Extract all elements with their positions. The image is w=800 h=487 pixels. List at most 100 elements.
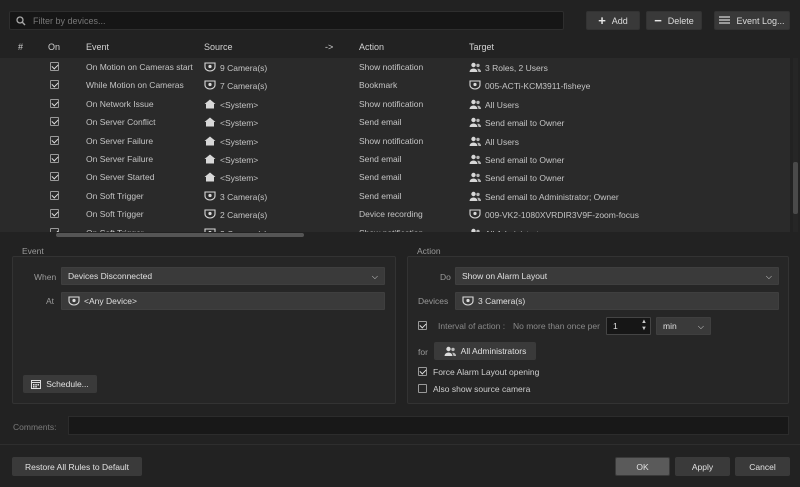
enabled-checkbox[interactable] <box>50 172 59 182</box>
target-cell: All Users <box>469 136 519 147</box>
home-icon <box>204 99 220 110</box>
interval-label: Interval of action : <box>438 321 506 331</box>
enabled-checkbox[interactable] <box>50 209 59 219</box>
stepper-arrows-icon[interactable]: ▲ ▼ <box>641 319 647 333</box>
target-cell: Send email to Administrator; Owner <box>469 191 619 202</box>
target-cell: 3 Roles, 2 Users <box>469 62 548 73</box>
action-cell: Send email <box>359 172 402 183</box>
users-icon <box>469 228 485 232</box>
col-header-source[interactable]: Source <box>204 42 233 52</box>
target-cell: 005-ACTi-KCM3911-fisheye <box>469 80 590 91</box>
col-header-target[interactable]: Target <box>469 42 494 52</box>
devices-selector[interactable]: 3 Camera(s) <box>455 292 779 310</box>
source-cell: 2 Camera(s) <box>204 228 267 232</box>
home-icon <box>204 117 220 128</box>
table-row[interactable]: On Network Issue <System> Show notificatio… <box>0 95 790 113</box>
action-cell: Show notification <box>359 98 424 109</box>
source-cell: <System> <box>204 172 258 183</box>
source-cell: <System> <box>204 117 258 128</box>
interval-stepper[interactable]: 1 ▲ ▼ <box>606 317 651 335</box>
filter-search-box[interactable] <box>9 11 564 30</box>
source-cell: <System> <box>204 136 258 147</box>
col-header-number[interactable]: # <box>18 42 23 52</box>
when-dropdown[interactable]: Devices Disconnected ⌵ <box>61 267 385 285</box>
event-cell: On Server Failure <box>86 135 154 146</box>
interval-checkbox[interactable] <box>418 321 427 330</box>
at-device-selector[interactable]: <Any Device> <box>61 292 385 310</box>
action-panel-title: Action <box>417 246 441 256</box>
ok-button[interactable]: OK <box>615 457 670 476</box>
enabled-checkbox[interactable] <box>50 135 59 145</box>
table-row[interactable]: On Server Conflict <System> Send email Send… <box>0 113 790 131</box>
comments-label: Comments: <box>13 422 57 432</box>
event-cell: On Soft Trigger <box>86 190 144 201</box>
enabled-checkbox[interactable] <box>50 80 59 90</box>
minus-icon: − <box>654 13 662 28</box>
table-row[interactable]: On Server Failure <System> Send email Send … <box>0 150 790 168</box>
chevron-down-icon: ⌵ <box>765 272 772 281</box>
source-camera-label: Also show source camera <box>433 384 531 394</box>
col-header-action[interactable]: Action <box>359 42 384 52</box>
users-icon <box>469 136 485 147</box>
action-cell: Show notification <box>359 62 424 72</box>
table-row[interactable]: On Server Started <System> Send email Send … <box>0 168 790 186</box>
enabled-checkbox[interactable] <box>50 117 59 127</box>
apply-button[interactable]: Apply <box>675 457 730 476</box>
source-cell: 9 Camera(s) <box>204 62 267 73</box>
table-row[interactable]: On Soft Trigger 2 Camera(s) Device recordi… <box>0 205 790 223</box>
force-layout-label: Force Alarm Layout opening <box>433 367 540 377</box>
camera-icon <box>204 80 220 91</box>
do-action-dropdown[interactable]: Show on Alarm Layout ⌵ <box>455 267 779 285</box>
action-cell: Show notification <box>359 228 423 232</box>
action-cell: Send email <box>359 154 402 164</box>
delete-button[interactable]: − Delete <box>646 11 702 30</box>
col-header-event[interactable]: Event <box>86 42 109 52</box>
list-icon <box>719 16 731 24</box>
camera-icon <box>204 191 220 202</box>
horizontal-scrollbar[interactable] <box>56 233 304 237</box>
users-icon <box>469 173 485 183</box>
schedule-button[interactable]: Schedule... <box>23 375 97 393</box>
enabled-checkbox[interactable] <box>50 62 59 71</box>
add-button[interactable]: + Add <box>586 11 640 30</box>
users-icon <box>469 191 485 202</box>
cancel-button[interactable]: Cancel <box>735 457 790 476</box>
table-row[interactable]: On Motion on Cameras start 9 Camera(s) Sho… <box>0 58 790 76</box>
event-cell: On Network Issue <box>86 98 154 109</box>
event-cell: On Server Failure <box>86 154 154 164</box>
camera-icon <box>204 209 220 220</box>
filter-input[interactable] <box>33 13 553 28</box>
event-log-button[interactable]: Event Log... <box>714 11 790 30</box>
col-header-on[interactable]: On <box>48 42 60 52</box>
devices-label: Devices <box>418 296 449 306</box>
target-cell: Send email to Owner <box>469 154 564 165</box>
enabled-checkbox[interactable] <box>50 98 59 108</box>
source-cell: 7 Camera(s) <box>204 80 267 91</box>
for-users-button[interactable]: All Administrators <box>434 342 536 360</box>
home-icon <box>204 172 220 183</box>
enabled-checkbox[interactable] <box>50 154 59 163</box>
at-label: At <box>46 296 55 306</box>
action-cell: Show notification <box>359 135 424 146</box>
comments-input[interactable] <box>68 416 789 435</box>
event-cell: On Server Started <box>86 172 155 183</box>
do-label: Do <box>440 272 451 282</box>
source-camera-checkbox[interactable] <box>418 384 427 393</box>
event-cell: On Motion on Cameras start <box>86 62 193 72</box>
enabled-checkbox[interactable] <box>50 190 59 200</box>
target-cell: All Administrators <box>469 228 551 232</box>
table-row[interactable]: While Motion on Cameras 7 Camera(s) Bookma… <box>0 76 790 94</box>
restore-defaults-button[interactable]: Restore All Rules to Default <box>12 457 142 476</box>
interval-unit-dropdown[interactable]: min ⌵ <box>656 317 711 335</box>
table-row[interactable]: On Soft Trigger 3 Camera(s) Send email Send… <box>0 187 790 205</box>
table-row[interactable]: On Soft Trigger 2 Camera(s) Show notificat… <box>0 224 790 232</box>
event-cell: While Motion on Cameras <box>86 80 184 91</box>
enabled-checkbox[interactable] <box>50 227 59 232</box>
camera-icon <box>462 296 474 306</box>
home-icon <box>204 154 220 165</box>
force-layout-checkbox[interactable] <box>418 367 427 376</box>
vertical-scrollbar-thumb[interactable] <box>793 162 798 214</box>
action-cell: Send email <box>359 190 402 201</box>
table-row[interactable]: On Server Failure <System> Show notificati… <box>0 132 790 150</box>
event-cell: On Soft Trigger <box>86 209 144 220</box>
